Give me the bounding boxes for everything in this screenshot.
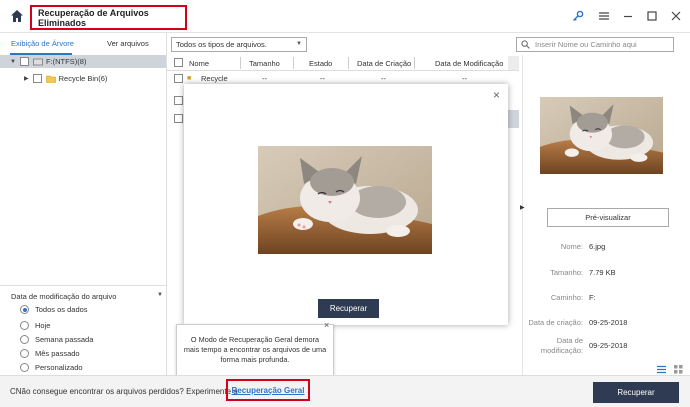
app-title: Recuperação de Arquivos Eliminados — [30, 5, 187, 30]
preview-divider — [522, 55, 523, 375]
grid-view-icon[interactable] — [674, 365, 683, 374]
row-size: -- — [262, 74, 267, 83]
tooltip-close-icon[interactable]: × — [324, 320, 329, 330]
filter-option-label: Todos os dados — [35, 305, 88, 314]
home-icon[interactable] — [10, 9, 24, 23]
preview-button-label: Pré-visualizar — [585, 213, 631, 222]
filter-option-custom[interactable]: Personalizado — [20, 363, 83, 372]
preview-thumbnail — [540, 97, 663, 174]
info-created-value: 09-25-2018 — [589, 318, 628, 327]
row-checkbox[interactable] — [174, 74, 183, 83]
recover-button-label: Recuperar — [617, 388, 655, 397]
row-checkbox[interactable] — [174, 114, 183, 123]
expand-arrow-icon[interactable]: ▶ — [24, 75, 29, 82]
tree-item-label: F:(NTFS)(8) — [45, 57, 87, 66]
chevron-down-icon[interactable]: ▼ — [157, 292, 163, 298]
info-name-label: Nome: — [560, 242, 583, 251]
file-table-header: Nome Tamanho Estado Data de Criação Data… — [167, 55, 519, 71]
tree-checkbox[interactable] — [19, 57, 29, 66]
row-name: Recycle — [201, 74, 228, 83]
close-icon[interactable] — [670, 10, 682, 22]
general-recovery-link-box: Recuperação Geral — [226, 379, 310, 401]
radio-button[interactable] — [20, 305, 29, 314]
drive-icon — [33, 58, 43, 65]
tab-file-view[interactable]: Ver arquivos — [107, 39, 149, 48]
filter-option-today[interactable]: Hoje — [20, 321, 50, 330]
column-size[interactable]: Tamanho — [249, 59, 280, 68]
column-modified[interactable]: Data de Modificação — [435, 59, 503, 68]
tab-tree-view[interactable]: Exibição de Árvore — [11, 39, 74, 48]
folder-icon: ■ — [187, 75, 192, 82]
preview-modal: × Recuperar — [184, 84, 508, 325]
info-name-value: 6.jpg — [589, 242, 606, 251]
folder-icon — [45, 75, 56, 83]
bottom-prompt-text: CNão consegue encontrar os arquivos perd… — [10, 387, 238, 396]
info-path-label: Caminho: — [550, 293, 583, 302]
select-all-checkbox[interactable] — [174, 58, 183, 67]
tree-item-recycle-bin[interactable]: ▶ Recycle Bin(6) — [0, 72, 166, 85]
modal-recover-label: Recuperar — [329, 304, 368, 313]
general-recovery-link[interactable]: Recuperação Geral — [232, 386, 305, 395]
filter-option-label: Personalizado — [35, 363, 83, 372]
minimize-icon[interactable] — [622, 10, 634, 22]
list-view-icon[interactable] — [657, 365, 666, 374]
filter-option-all[interactable]: Todos os dados — [20, 305, 88, 314]
close-icon[interactable]: × — [493, 88, 500, 102]
tooltip-text: O Modo de Recuperação Geral demora mais … — [183, 335, 327, 364]
info-modified-label: Data de modificação: — [540, 336, 583, 355]
maximize-icon[interactable] — [646, 10, 658, 22]
row-state: -- — [320, 74, 325, 83]
info-size-label: Tamanho: — [550, 268, 583, 277]
row-checkbox[interactable] — [174, 96, 183, 105]
tree-item-label: Recycle Bin(6) — [58, 74, 108, 83]
info-created-label: Data de criação: — [528, 318, 583, 327]
file-type-value: Todos os tipos de arquivos. — [176, 40, 267, 49]
column-created[interactable]: Data de Criação — [357, 59, 411, 68]
chevron-down-icon: ▼ — [296, 41, 302, 47]
tree-checkbox[interactable] — [32, 74, 42, 83]
search-input[interactable]: Inserir Nome ou Caminho aqui — [516, 37, 674, 52]
radio-button[interactable] — [20, 349, 29, 358]
collapse-arrow-icon[interactable]: ▼ — [10, 59, 16, 65]
search-placeholder: Inserir Nome ou Caminho aqui — [535, 40, 637, 49]
app-title-text: Recuperação de Arquivos Eliminados — [38, 7, 149, 28]
radio-button[interactable] — [20, 321, 29, 330]
info-path-value: F: — [589, 293, 596, 302]
key-icon[interactable] — [572, 10, 584, 22]
radio-button[interactable] — [20, 335, 29, 344]
recover-button[interactable]: Recuperar — [593, 382, 679, 403]
date-filter-panel: Data de modificação do arquivo ▼ Todos o… — [0, 285, 166, 375]
info-modified-value: 09-25-2018 — [589, 341, 628, 350]
search-icon — [521, 40, 530, 49]
kitten-image — [258, 146, 432, 254]
modal-recover-button[interactable]: Recuperar — [318, 299, 379, 318]
filter-title: Data de modificação do arquivo — [11, 292, 117, 301]
row-modified: -- — [462, 74, 467, 83]
radio-button[interactable] — [20, 363, 29, 372]
filter-option-label: Hoje — [35, 321, 51, 330]
info-size-value: 7.79 KB — [589, 268, 616, 277]
filter-option-label: Semana passada — [35, 335, 94, 344]
panel-toggle-arrow-icon[interactable]: ▶ — [520, 204, 525, 211]
tree-item-drive-f[interactable]: ▼ F:(NTFS)(8) — [0, 55, 166, 68]
filter-option-last-week[interactable]: Semana passada — [20, 335, 93, 344]
preview-button[interactable]: Pré-visualizar — [547, 208, 669, 227]
selected-row-edge — [508, 110, 519, 128]
column-name[interactable]: Nome — [189, 59, 209, 68]
scrollbar[interactable] — [508, 56, 519, 70]
row-created: -- — [381, 74, 386, 83]
column-state[interactable]: Estado — [309, 59, 332, 68]
file-type-select[interactable]: Todos os tipos de arquivos. ▼ — [171, 37, 307, 52]
filter-option-label: Mês passado — [35, 349, 80, 358]
menu-icon[interactable] — [598, 10, 610, 22]
filter-option-last-month[interactable]: Mês passado — [20, 349, 80, 358]
recovery-tip-tooltip: O Modo de Recuperação Geral demora mais … — [176, 324, 334, 381]
